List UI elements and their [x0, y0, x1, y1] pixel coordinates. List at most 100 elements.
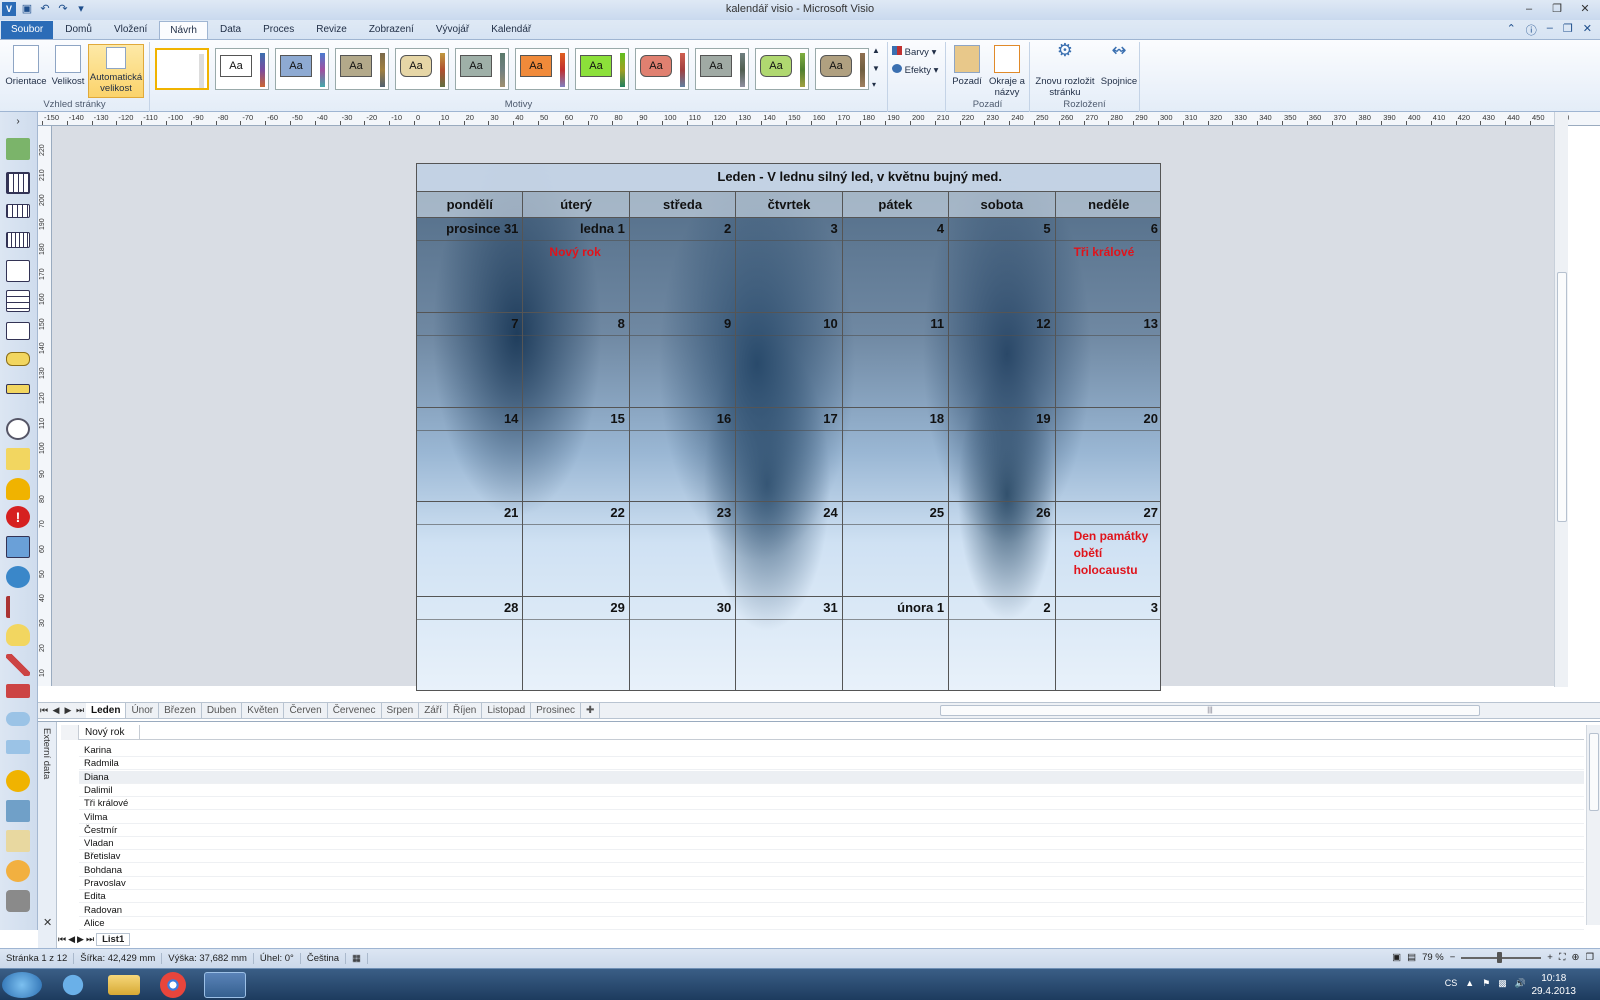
fit-page-icon[interactable]: ⛶ — [1559, 952, 1566, 963]
year-calendar-icon[interactable] — [6, 290, 30, 312]
table-row[interactable]: Radovan — [79, 904, 1584, 917]
weekday-header[interactable]: středa — [629, 192, 737, 218]
close-icon[interactable]: ✕ — [1578, 2, 1592, 16]
hscroll-thumb[interactable]: ||| — [940, 705, 1480, 716]
sheet-tab[interactable]: List1 — [96, 932, 131, 946]
start-button-icon[interactable] — [2, 972, 42, 998]
network-icon[interactable]: ▩ — [1498, 978, 1507, 989]
day-cell[interactable]: 3 — [736, 218, 843, 313]
day-cell[interactable]: 24 — [736, 502, 843, 598]
day-cell[interactable]: 3 — [1055, 597, 1160, 690]
background-button[interactable]: Pozadí — [950, 45, 984, 87]
tab-insert[interactable]: Vložení — [104, 21, 157, 40]
car-icon[interactable] — [6, 712, 30, 726]
table-row[interactable]: Vladan — [79, 837, 1584, 851]
themes-scroll-up-icon[interactable]: ▲ — [872, 46, 880, 55]
volume-icon[interactable]: 🔊 — [1515, 978, 1526, 989]
map-icon[interactable] — [6, 830, 30, 852]
train-icon[interactable] — [6, 684, 30, 698]
day-cell[interactable]: 7 — [417, 312, 524, 408]
sheet-prev-icon[interactable]: ◀ — [68, 934, 75, 945]
visio-taskbar-icon[interactable] — [204, 972, 246, 998]
tab-file[interactable]: Soubor — [1, 21, 54, 40]
balloon-icon[interactable] — [6, 770, 30, 792]
themes-more-icon[interactable]: ▾ — [872, 80, 876, 89]
tab-developer[interactable]: Vývojář — [426, 21, 479, 40]
tab-view[interactable]: Zobrazení — [359, 21, 424, 40]
auto-size-button[interactable]: Automatická velikost — [88, 44, 144, 98]
day-cell[interactable]: 28 — [417, 597, 524, 690]
table-row[interactable]: Čestmír — [79, 824, 1584, 837]
page-tab[interactable]: Prosinec — [531, 703, 582, 718]
page-tab[interactable]: Únor — [126, 703, 160, 718]
tab-data[interactable]: Data — [210, 21, 251, 40]
last-page-icon[interactable]: ⏭ — [74, 705, 86, 716]
day-cell[interactable]: 14 — [417, 407, 524, 503]
table-row[interactable]: Břetislav — [79, 850, 1584, 864]
sheet-next-icon[interactable]: ▶ — [77, 934, 84, 945]
day-cell[interactable]: 20 — [1055, 408, 1160, 503]
next-page-icon[interactable]: ▶ — [62, 705, 74, 716]
day-cell[interactable]: 2 — [629, 218, 737, 313]
data-scrollbar[interactable] — [1586, 725, 1600, 925]
table-row[interactable]: Tři králové — [79, 797, 1584, 811]
table-row[interactable]: Edita — [79, 890, 1584, 904]
page-tab[interactable]: Leden — [86, 703, 127, 718]
switch-windows-icon[interactable]: ❐ — [1585, 952, 1594, 963]
day-cell[interactable]: 8 — [523, 312, 630, 408]
month-calendar-icon[interactable] — [6, 172, 30, 194]
connectors-button[interactable]: ↭ Spojnice — [1100, 41, 1138, 87]
borders-titles-button[interactable]: Okraje a názvy — [986, 45, 1028, 98]
calendar-page-icon[interactable] — [6, 536, 30, 558]
full-screen-icon[interactable]: ▤ — [1407, 952, 1416, 963]
external-data-tab[interactable]: Externí data ✕ — [38, 722, 57, 949]
weekday-header[interactable]: sobota — [949, 192, 1056, 218]
restore-icon[interactable]: ❐ — [1550, 2, 1564, 16]
day-cell[interactable]: prosince 31 — [417, 218, 524, 313]
important-icon[interactable]: ! — [6, 506, 30, 528]
tab-calendar[interactable]: Kalendář — [481, 21, 541, 40]
scroll-thumb[interactable] — [1557, 272, 1567, 522]
multi-day-icon[interactable] — [6, 260, 30, 282]
table-row[interactable]: Bohdana — [79, 864, 1584, 877]
help-icon[interactable]: ⓘ — [1526, 22, 1537, 38]
colors-button[interactable]: Barvy ▾ — [892, 46, 936, 58]
zoom-slider-knob[interactable] — [1497, 951, 1503, 963]
size-button[interactable]: Velikost — [50, 45, 86, 87]
page-tab[interactable]: Duben — [202, 703, 243, 718]
theme-9[interactable]: Aa — [695, 48, 749, 90]
chrome-icon[interactable] — [160, 972, 186, 998]
day-cell[interactable]: 10 — [736, 312, 843, 408]
day-cell[interactable]: 15 — [523, 407, 630, 503]
weekday-header[interactable]: neděle — [1055, 192, 1160, 218]
insert-page-icon[interactable]: ✚ — [581, 703, 601, 718]
pan-zoom-icon[interactable]: ⊕ — [1572, 952, 1580, 963]
bell-icon[interactable] — [6, 478, 30, 500]
theme-none[interactable] — [155, 48, 209, 90]
zoom-out-icon[interactable]: − — [1450, 952, 1456, 963]
theme-8[interactable]: Aa — [635, 48, 689, 90]
theme-11[interactable]: Aa — [815, 48, 869, 90]
zoom-slider[interactable] — [1461, 951, 1542, 963]
theme-10[interactable]: Aa — [755, 48, 809, 90]
flag-tray-icon[interactable]: ⚑ — [1482, 978, 1490, 989]
event-icon[interactable] — [6, 322, 30, 340]
day-cell[interactable]: 23 — [629, 502, 737, 598]
input-language[interactable]: CS — [1445, 978, 1458, 989]
day-cell[interactable]: 11 — [842, 312, 950, 408]
day-cell[interactable]: 17 — [736, 407, 843, 503]
cake-icon[interactable] — [6, 860, 30, 882]
table-row[interactable]: Pravoslav — [79, 877, 1584, 890]
column-header[interactable]: Nový rok — [79, 725, 140, 740]
tab-design[interactable]: Návrh — [159, 21, 208, 40]
page-tab[interactable]: Září — [419, 703, 448, 718]
day-cell[interactable]: 29 — [523, 597, 630, 690]
weekday-header[interactable]: úterý — [523, 192, 630, 218]
relayout-button[interactable]: ⚙ Znovu rozložit stránku — [1032, 41, 1098, 98]
day-cell[interactable]: 27 Den památky obětí holocaustu — [1055, 502, 1160, 598]
normal-view-icon[interactable]: ▣ — [1392, 952, 1401, 963]
ribbon-collapse-icon[interactable]: ⌃ — [1507, 22, 1516, 38]
day-cell[interactable]: 22 — [523, 502, 630, 598]
day-cell[interactable]: 12 — [949, 312, 1056, 408]
theme-3[interactable]: Aa — [335, 48, 389, 90]
